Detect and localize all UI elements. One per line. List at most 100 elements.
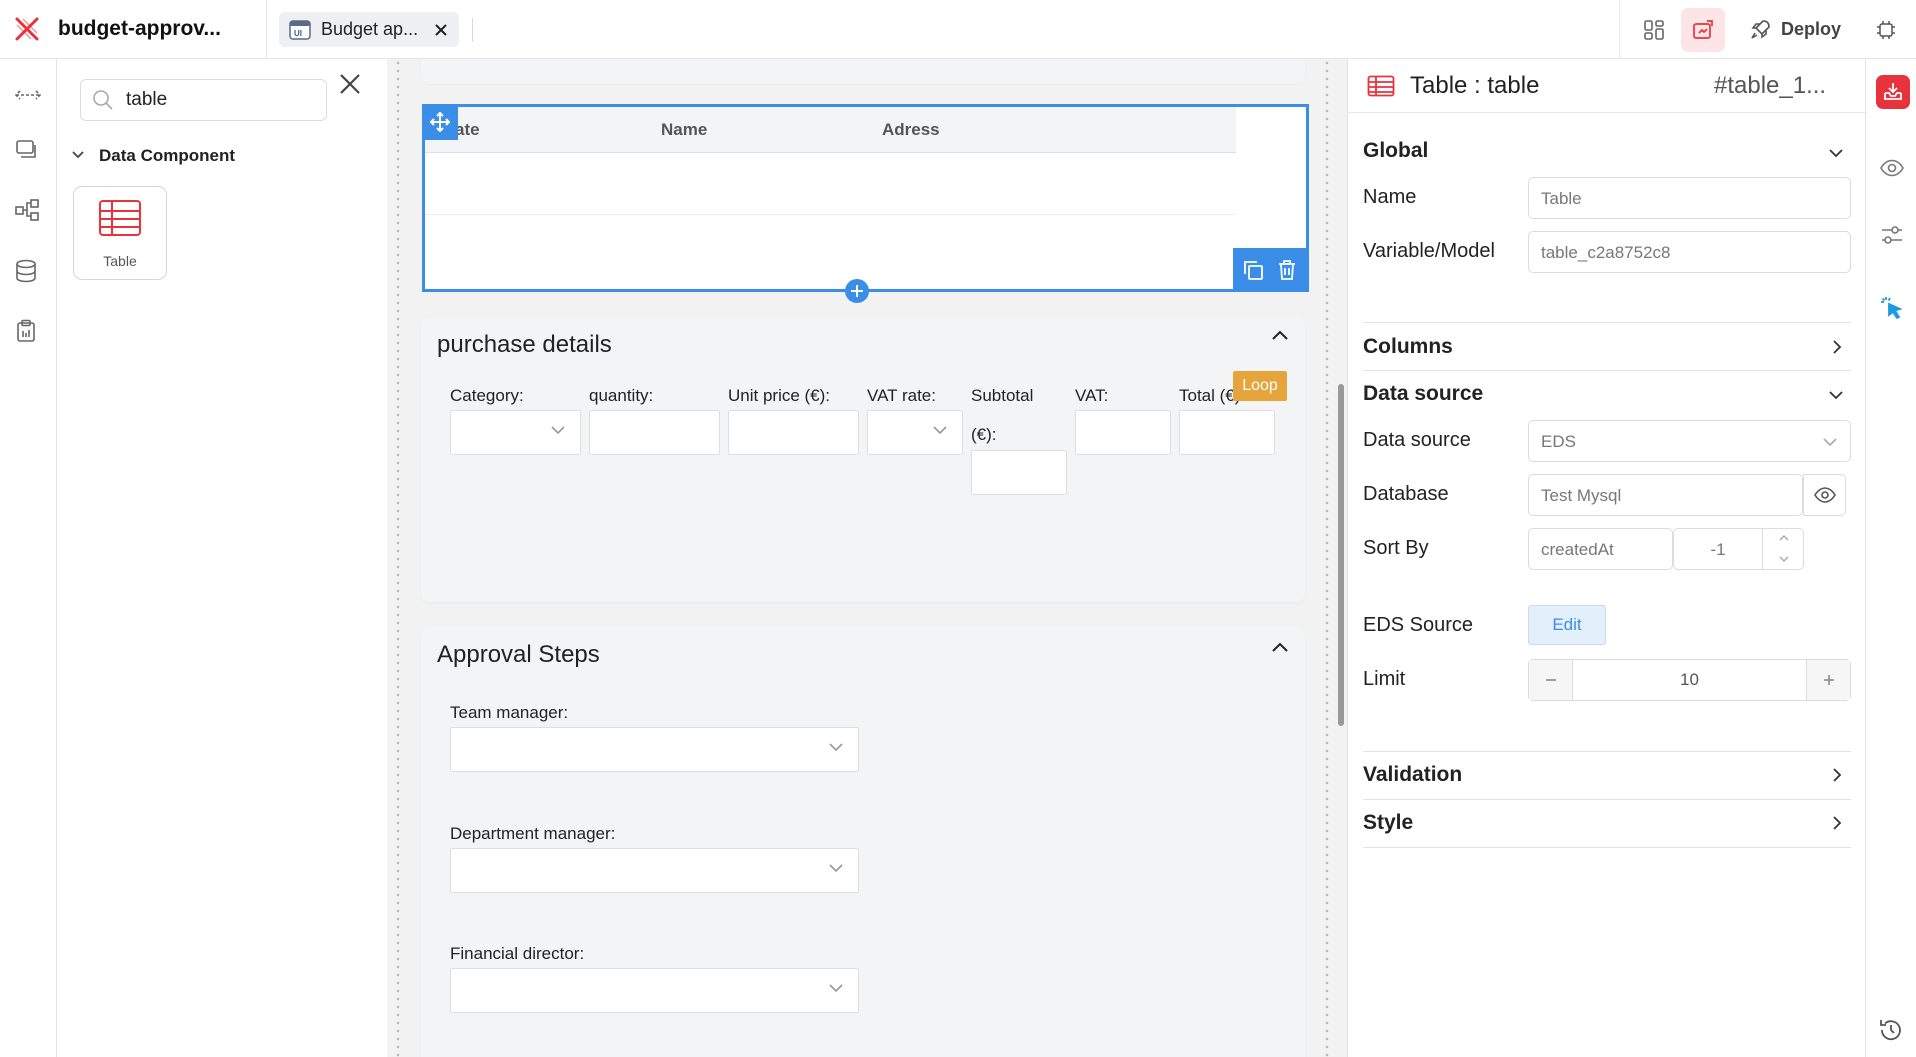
section-data-source[interactable]: Data source	[1363, 382, 1483, 406]
tab-label: Budget ap...	[321, 19, 419, 39]
category-select[interactable]	[450, 410, 581, 455]
financial-director-label: Financial director:	[450, 944, 585, 963]
data-source-label: Data source	[1363, 429, 1471, 451]
grid-guide-right	[1324, 59, 1330, 1057]
table-toolbar	[1233, 248, 1309, 292]
rocket-icon[interactable]	[1750, 18, 1772, 40]
total-field[interactable]	[1179, 410, 1275, 455]
quantity-field[interactable]	[589, 410, 720, 455]
database-input[interactable]: Test Mysql	[1528, 474, 1803, 516]
unit-price-label: Unit price (€):	[728, 386, 831, 405]
department-manager-select[interactable]	[450, 848, 859, 893]
limit-increment-button[interactable]	[1806, 660, 1850, 700]
component-card-table[interactable]: Table	[73, 186, 167, 280]
ui-page-icon: UI	[289, 20, 311, 40]
variable-model-input[interactable]: table_c2a8752c8	[1528, 231, 1851, 273]
vat-field[interactable]	[1075, 410, 1171, 455]
team-manager-select[interactable]	[450, 727, 859, 772]
purchase-details-title: purchase details	[437, 331, 612, 358]
chevron-right-icon[interactable]	[1832, 815, 1842, 831]
name-input[interactable]: Table	[1528, 177, 1851, 219]
subtotal-field[interactable]	[971, 450, 1067, 495]
selected-table-component[interactable]: ate Name Adress	[422, 104, 1309, 292]
chevron-down-icon[interactable]	[71, 150, 85, 160]
toolbar-divider	[1619, 0, 1620, 59]
chevron-right-icon[interactable]	[1832, 767, 1842, 783]
name-label: Name	[1363, 186, 1417, 208]
sort-order-value: -1	[1710, 540, 1726, 559]
flow-tree-icon[interactable]	[14, 198, 40, 222]
chevron-down-icon[interactable]	[1828, 148, 1844, 158]
table-header-row: ate Name Adress	[425, 107, 1236, 153]
tab-divider	[472, 18, 473, 42]
section-validation[interactable]: Validation	[1363, 763, 1462, 787]
subtotal-label: Subtotal	[971, 386, 1034, 405]
app-logo-icon	[14, 16, 40, 42]
loop-badge[interactable]: Loop	[1233, 371, 1287, 401]
component-card-label: Table	[103, 253, 137, 269]
unit-price-field[interactable]	[728, 410, 859, 455]
table-icon	[1367, 75, 1395, 97]
component-search[interactable]	[80, 79, 327, 121]
tab-budget-approval[interactable]: UI Budget ap...	[279, 12, 459, 47]
chevron-right-icon[interactable]	[1832, 339, 1842, 355]
right-icon-rail	[1865, 59, 1916, 1057]
clipboard-icon[interactable]	[16, 319, 36, 343]
preview-button[interactable]	[1681, 8, 1725, 52]
limit-stepper[interactable]: 10	[1528, 659, 1851, 701]
limit-decrement-button[interactable]	[1529, 660, 1573, 700]
deploy-button[interactable]: Deploy	[1781, 19, 1841, 40]
inbox-download-button[interactable]	[1876, 75, 1910, 109]
chevron-up-icon[interactable]	[1778, 534, 1790, 542]
layers-icon[interactable]	[15, 139, 39, 161]
department-manager-label: Department manager:	[450, 824, 616, 843]
vat-rate-label: VAT rate:	[867, 386, 936, 405]
variable-model-label: Variable/Model	[1363, 240, 1495, 262]
database-preview-button[interactable]	[1803, 474, 1846, 516]
plus-icon	[1824, 675, 1834, 685]
trash-icon[interactable]	[1277, 259, 1297, 281]
eds-edit-button[interactable]: Edit	[1528, 605, 1606, 645]
collapse-chevron-up-icon[interactable]	[1271, 329, 1289, 341]
chevron-down-icon[interactable]	[1778, 555, 1790, 563]
sort-order-stepper[interactable]: -1	[1673, 528, 1804, 570]
section-divider	[1363, 751, 1851, 752]
vat-rate-select[interactable]	[867, 410, 963, 455]
search-input[interactable]	[126, 88, 316, 112]
cursor-click-icon[interactable]	[1880, 296, 1904, 320]
team-manager-label: Team manager:	[450, 703, 569, 722]
sliders-icon[interactable]	[1880, 224, 1904, 246]
sort-field-input[interactable]: createdAt	[1528, 528, 1673, 570]
canvas-scrollbar[interactable]	[1338, 384, 1344, 726]
section-divider	[1363, 370, 1851, 371]
chevron-down-icon[interactable]	[1828, 390, 1844, 400]
section-style[interactable]: Style	[1363, 811, 1413, 835]
table-row	[425, 153, 1236, 215]
settings-chip-icon[interactable]	[1876, 20, 1896, 40]
history-icon[interactable]	[1878, 1017, 1904, 1043]
chevron-down-icon	[933, 426, 947, 435]
grid-guide-left	[395, 59, 401, 1057]
add-component-button[interactable]	[845, 279, 869, 303]
eye-icon[interactable]	[1880, 159, 1904, 177]
section-data-component[interactable]: Data Component	[99, 146, 235, 166]
table-icon	[98, 199, 142, 237]
database-label: Database	[1363, 483, 1449, 505]
layout-grid-icon[interactable]	[1643, 19, 1665, 41]
move-handle[interactable]	[422, 104, 458, 140]
data-source-select[interactable]: EDS	[1528, 420, 1851, 462]
database-icon[interactable]	[15, 259, 37, 283]
copy-icon[interactable]	[1242, 259, 1264, 281]
chevron-down-icon	[829, 864, 843, 873]
section-global[interactable]: Global	[1363, 139, 1428, 163]
app-title[interactable]: budget-approv...	[58, 17, 221, 41]
design-canvas: ate Name Adress purchase details Categor…	[387, 59, 1347, 1057]
table-column-header: ate	[455, 120, 480, 139]
section-columns[interactable]: Columns	[1363, 335, 1453, 359]
collapse-chevron-up-icon[interactable]	[1271, 641, 1289, 653]
swap-arrows-icon[interactable]	[14, 89, 42, 101]
close-tab-icon[interactable]	[434, 23, 448, 37]
financial-director-select[interactable]	[450, 968, 859, 1013]
component-id[interactable]: #table_1...	[1714, 72, 1826, 100]
clear-search-icon[interactable]	[339, 73, 361, 95]
